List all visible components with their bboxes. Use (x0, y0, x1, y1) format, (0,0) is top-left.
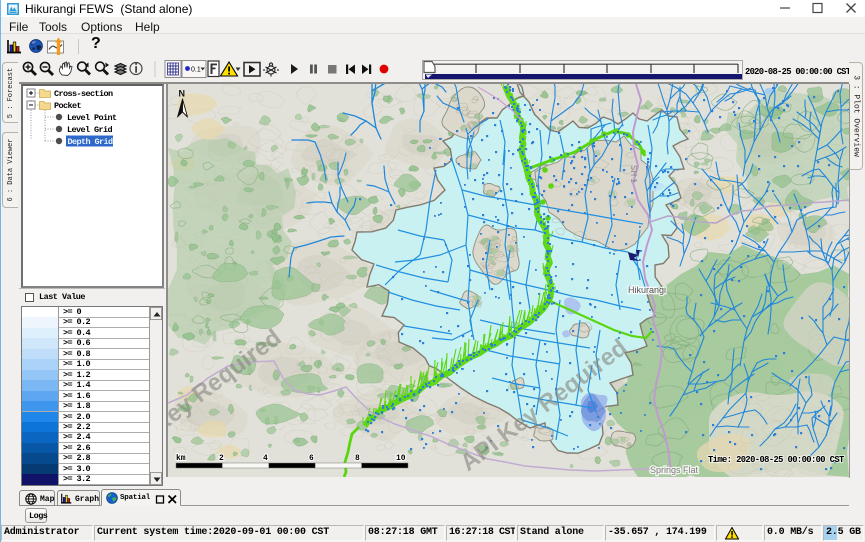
svg-text:0.1: 0.1 (191, 67, 201, 74)
svg-text:Level Grid: Level Grid (67, 125, 113, 135)
svg-text:6: 6 (309, 454, 314, 463)
svg-text:4: 4 (263, 454, 268, 463)
svg-text:Pocket: Pocket (54, 101, 82, 111)
svg-text:Springs Flat: Springs Flat (650, 465, 699, 475)
svg-text:SH 1: SH 1 (629, 165, 638, 183)
svg-text:8: 8 (355, 454, 360, 463)
svg-text:10: 10 (396, 454, 406, 463)
svg-text:2: 2 (219, 454, 224, 463)
svg-text:2020-08-25 00:00:00 CST: 2020-08-25 00:00:00 CST (745, 67, 849, 77)
svg-text:Level Point: Level Point (67, 113, 117, 123)
svg-text:Time: 2020-08-25 00:00:00 CST: Time: 2020-08-25 00:00:00 CST (708, 455, 845, 465)
svg-text:Depth Grid: Depth Grid (68, 137, 114, 147)
svg-text:km: km (176, 454, 186, 463)
svg-text:Hikurangi: Hikurangi (628, 285, 666, 295)
svg-text:Cross-section: Cross-section (54, 89, 113, 99)
svg-text:N: N (179, 89, 186, 99)
